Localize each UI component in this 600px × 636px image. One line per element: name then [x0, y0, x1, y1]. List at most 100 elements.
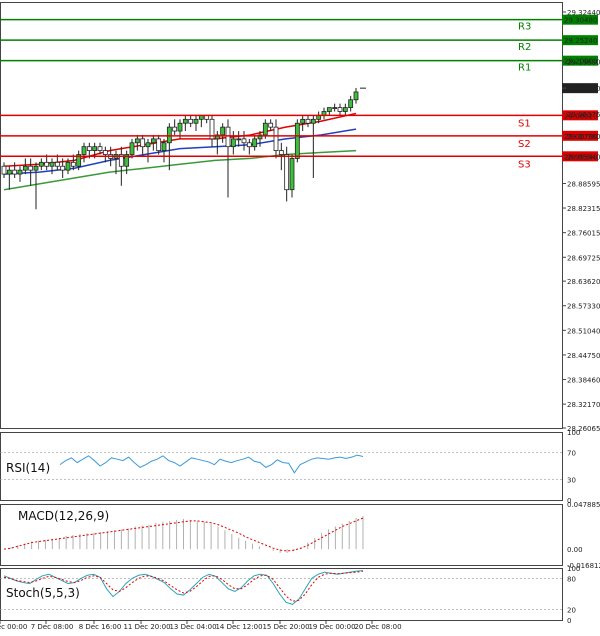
candle-body: [236, 138, 242, 141]
candle-body: [44, 161, 50, 167]
stoch-y-tick: 0: [567, 617, 571, 625]
candle-body: [278, 150, 284, 155]
chart-canvas: R329.30480R229.25240R129.20000S129.06020…: [0, 2, 600, 631]
candle-body: [6, 169, 12, 175]
rsi-title: RSI(14): [6, 461, 50, 475]
candle-body: [38, 161, 44, 167]
y-tick-label: 28.57330: [567, 303, 600, 311]
rsi-panel: 10070300RSI(14): [0, 429, 580, 505]
candle-body: [161, 142, 167, 152]
x-tick-label: 8 Dec 16:00: [79, 623, 122, 631]
x-tick-label: 13 Dec 04:00: [169, 623, 216, 631]
y-tick-label: 28.63620: [567, 278, 600, 286]
x-tick-label: 20 Dec 08:00: [354, 623, 401, 631]
candle-body: [268, 122, 274, 128]
candle-body: [246, 142, 252, 148]
candle-body: [65, 161, 71, 171]
candle-body: [289, 158, 295, 191]
candle-body: [262, 122, 268, 136]
rsi-line: [59, 454, 364, 474]
candle-body: [97, 146, 103, 152]
level-name-r1: R1: [518, 63, 531, 74]
candle-body: [273, 126, 279, 152]
candle-body: [12, 169, 18, 175]
candle-body: [294, 122, 300, 159]
chart-frame: [0, 2, 563, 621]
candle-body: [230, 138, 236, 148]
y-tick-label: 28.82315: [567, 205, 600, 213]
candle-body: [337, 107, 343, 112]
y-tick-label: 28.44750: [567, 352, 600, 360]
candle-body: [310, 118, 316, 124]
level-name-r2: R2: [518, 42, 531, 53]
macd-y-tick: 0.047885: [567, 501, 600, 509]
rsi-y-tick: 100: [567, 429, 580, 437]
panel-border: [0, 2, 563, 429]
candle-body: [28, 165, 34, 171]
y-tick-label: 29.06375: [567, 111, 600, 119]
candle-body: [182, 118, 188, 124]
candle-body: [166, 126, 172, 144]
candle-body: [129, 142, 135, 155]
candle-body: [60, 165, 66, 171]
candle-body: [17, 169, 23, 175]
stoch-y-tick: 20: [567, 607, 576, 615]
y-tick-label: 29.00780: [567, 133, 600, 141]
price-y-axis: 29.32440 29.19800 29.12970 29.06375 29.00780…: [562, 9, 600, 433]
y-tick-label: 28.69725: [567, 254, 600, 262]
candle-body: [326, 107, 332, 112]
y-tick-label: 28.95540: [567, 153, 600, 161]
candle-body: [188, 118, 194, 124]
candle-body: [22, 165, 28, 171]
stoch-title: Stoch(5,5,3): [6, 586, 80, 600]
candle-body: [1, 165, 7, 175]
y-tick-label: 29.32440: [567, 9, 600, 17]
stoch-y-tick: 100: [567, 565, 580, 573]
macd-title: MACD(12,26,9): [18, 509, 109, 523]
candle-body: [54, 161, 60, 167]
stoch-y-tick: 80: [567, 575, 576, 583]
time-x-axis: 6 Dec 00:00 7 Dec 08:00 8 Dec 16:0011 Dec …: [0, 620, 402, 631]
x-tick-label: 7 Dec 08:00: [31, 623, 74, 631]
candle-body: [70, 161, 76, 167]
candle-body: [193, 118, 199, 124]
candle-body: [145, 142, 151, 148]
candle-body: [134, 138, 140, 144]
macd-panel: 0.0478850.00-0.016812MACD(12,26,9): [3, 501, 600, 570]
candle-body: [177, 122, 183, 132]
y-tick-label: 28.51040: [567, 327, 600, 335]
level-name-s3: S3: [518, 159, 531, 170]
candle-body: [342, 107, 348, 112]
candle-body: [220, 126, 226, 136]
level-tag-value: 29.25240: [564, 37, 597, 45]
candle-body: [81, 146, 87, 155]
candle-body: [353, 91, 359, 101]
candle-body: [300, 118, 306, 124]
candle-body: [92, 146, 98, 152]
candle-body: [49, 161, 55, 167]
x-tick-label: 15 Dec 20:00: [262, 623, 309, 631]
y-tick-label: 28.76015: [567, 230, 600, 238]
y-tick-label: 29.19800: [567, 58, 600, 66]
candle-body: [225, 126, 231, 148]
level-name-r3: R3: [518, 22, 531, 33]
rsi-y-tick: 70: [567, 449, 576, 457]
candle-body: [252, 138, 258, 148]
y-tick-label: 28.38460: [567, 377, 600, 385]
level-tag-value: 29.30480: [564, 17, 597, 25]
x-tick-label: 19 Dec 00:00: [308, 623, 355, 631]
candle-body: [332, 107, 338, 109]
stoch-panel: 100 80 20 0 Stoch(5,5,3): [0, 565, 580, 625]
candle-body: [140, 138, 146, 148]
candle-body: [172, 126, 178, 132]
candle-body: [102, 150, 108, 155]
y-tick-label: 29.12970: [567, 85, 600, 93]
y-tick-label: 28.88595: [567, 180, 600, 188]
candle-body: [156, 138, 162, 152]
level-name-s2: S2: [518, 139, 531, 150]
y-tick-label: 28.32170: [567, 401, 600, 409]
panel-border: [0, 432, 563, 501]
rsi-y-tick: 30: [567, 477, 576, 485]
candle-body: [33, 165, 39, 171]
candle-body: [241, 138, 247, 144]
